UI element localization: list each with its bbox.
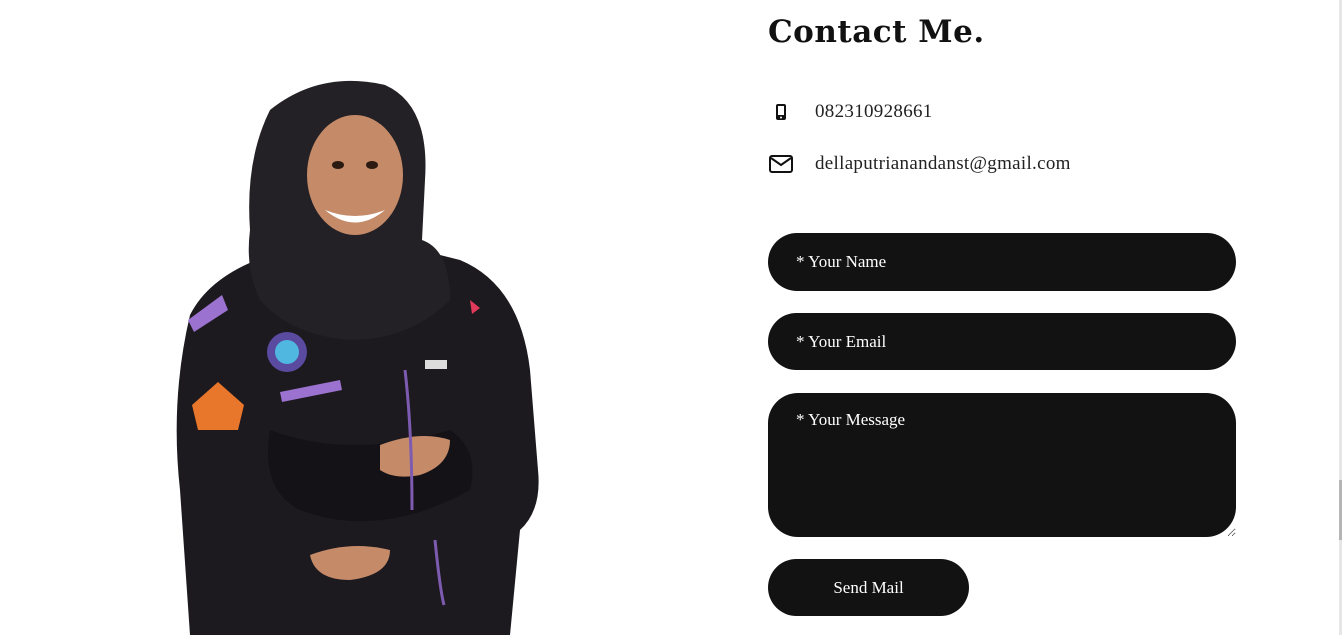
phone-number: 082310928661 [815, 101, 933, 122]
envelope-icon [768, 151, 794, 177]
name-input[interactable] [768, 233, 1236, 291]
email-row: dellaputrianandanst@gmail.com [768, 151, 1071, 177]
smartphone-icon [768, 99, 794, 125]
email-address: dellaputrianandanst@gmail.com [815, 153, 1071, 174]
contact-page: Contact Me. 082310928661 dellaputrianand… [0, 0, 1342, 635]
contact-heading: Contact Me. [768, 14, 985, 50]
message-textarea[interactable] [768, 393, 1236, 537]
profile-photo [150, 70, 570, 635]
send-mail-button[interactable]: Send Mail [768, 559, 969, 616]
email-input[interactable] [768, 313, 1236, 370]
phone-row: 082310928661 [768, 99, 933, 125]
